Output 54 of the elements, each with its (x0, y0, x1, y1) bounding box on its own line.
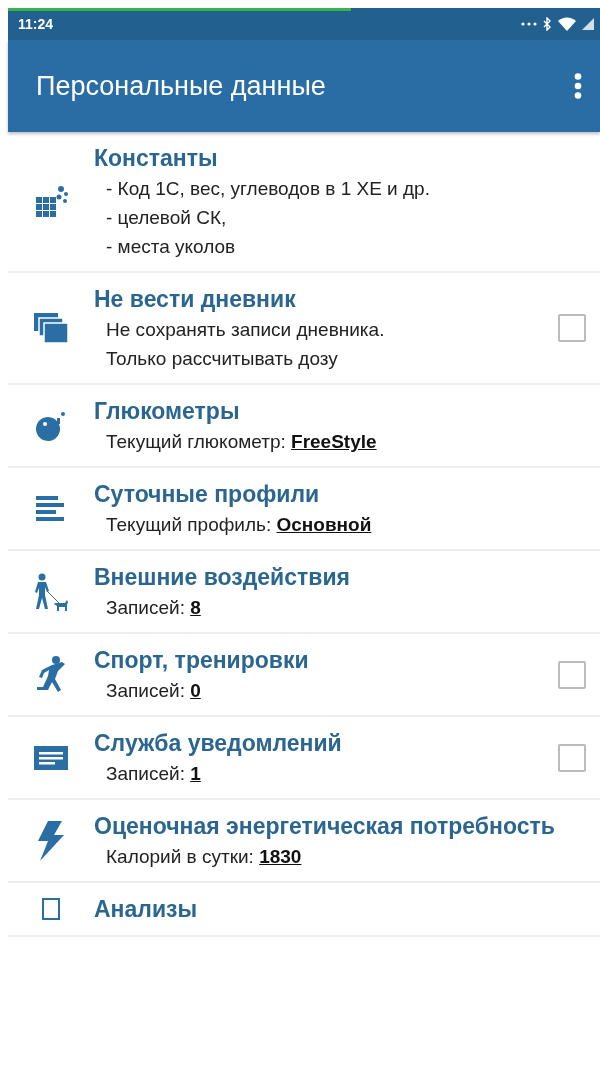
item-description: Не сохранять записи дневника. (105, 318, 386, 342)
item-value-link[interactable]: FreeStyle (291, 431, 377, 452)
settings-item[interactable]: Внешние воздействия Записей: 8 (8, 551, 600, 634)
item-description: - целевой СК, (105, 206, 228, 230)
settings-item[interactable]: Анализы (8, 883, 600, 937)
settings-item[interactable]: Не вести дневник Не сохранять записи дневника. Только рассчитывать дозу (8, 273, 600, 385)
item-value-link[interactable]: 1 (190, 763, 201, 784)
lines-icon (36, 495, 66, 522)
item-title: Не вести дневник (94, 285, 297, 313)
status-time: 11:24 (18, 16, 54, 32)
item-label: Текущий профиль: (106, 514, 272, 535)
settings-item[interactable]: Служба уведомлений Записей: 1 (8, 717, 600, 800)
item-title: Константы (94, 144, 219, 172)
lightning-icon (36, 820, 66, 861)
item-description: Только рассчитывать дозу (105, 347, 339, 371)
item-title: Суточные профили (94, 480, 321, 508)
item-label: Калорий в сутки: (106, 846, 254, 867)
settings-item[interactable]: Константы - Код 1С, вес, углеводов в 1 ХЕ и др. - целевой СК, - места уколов (8, 132, 600, 273)
item-label: Текущий глюкометр: (106, 431, 286, 452)
item-title: Спорт, тренировки (94, 646, 310, 674)
item-title: Глюкометры (94, 397, 241, 425)
item-title: Анализы (94, 895, 199, 923)
checkbox[interactable] (558, 743, 586, 772)
item-value-link[interactable]: 8 (190, 597, 201, 618)
document-icon (42, 898, 60, 920)
item-value-link[interactable]: Основной (276, 514, 372, 535)
more-dots-icon (521, 22, 537, 26)
more-vert-icon (574, 73, 582, 99)
dog-walker-icon (33, 572, 69, 611)
item-title: Служба уведомлений (94, 729, 343, 757)
checkbox[interactable] (558, 660, 586, 689)
checkbox[interactable] (558, 314, 586, 342)
item-title: Внешние воздействия (94, 563, 351, 591)
item-label: Записей: (106, 763, 185, 784)
message-icon (34, 745, 68, 770)
stacked-windows-icon (34, 313, 68, 343)
item-description: - места уколов (105, 235, 237, 259)
item-label: Записей: (106, 597, 185, 618)
bluetooth-icon (543, 17, 552, 31)
item-value-link[interactable]: 0 (190, 680, 201, 701)
settings-item[interactable]: Оценочная энергетическая потребность Калорий в сутки: 1830 (8, 800, 600, 883)
settings-item[interactable]: Суточные профили Текущий профиль: Основной (8, 468, 600, 551)
item-value-link[interactable]: 1830 (259, 846, 302, 867)
app-bar-title: Персональные данные (36, 70, 326, 102)
signal-icon (582, 18, 594, 30)
settings-item[interactable]: Глюкометры Текущий глюкометр: FreeStyle (8, 385, 600, 468)
item-label: Записей: (106, 680, 185, 701)
item-title: Оценочная энергетическая потребность (94, 812, 556, 840)
wifi-icon (558, 17, 576, 31)
glucometer-icon (35, 409, 67, 442)
settings-item[interactable]: Спорт, тренировки Записей: 0 (8, 634, 600, 717)
item-description: - Код 1С, вес, углеводов в 1 ХЕ и др. (105, 177, 431, 201)
runner-icon (34, 655, 68, 694)
cubes-icon (34, 184, 68, 219)
